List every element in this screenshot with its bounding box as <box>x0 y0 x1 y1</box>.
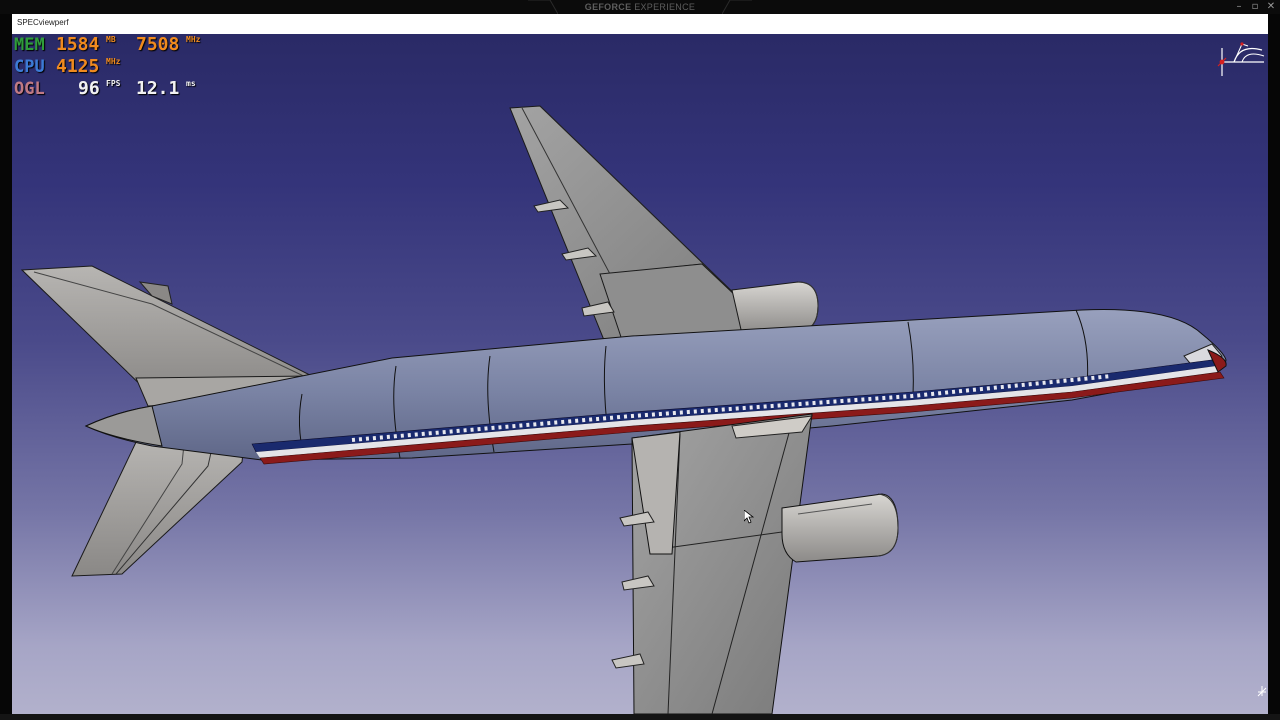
axis-compass-icon[interactable] <box>1212 40 1268 84</box>
lower-wing <box>611 413 899 714</box>
hud-ogl-label: OGL <box>14 79 45 99</box>
hud-fps-unit: FPS <box>106 79 121 88</box>
bottom-border <box>0 714 1280 720</box>
left-border <box>0 14 12 720</box>
3d-viewport[interactable]: MEM 1584 MB 7508 MHz CPU 4125 MHz OGL 96… <box>12 34 1268 714</box>
hud-cpu-label: CPU <box>14 57 45 77</box>
aircraft-model[interactable] <box>12 34 1268 714</box>
corner-axis-icon <box>1257 686 1267 697</box>
hud-fps-value: 96 <box>78 78 100 99</box>
geforce-experience-brand: GEFORCE EXPERIENCE <box>550 0 730 14</box>
hud-mem-clock-unit: MHz <box>186 35 201 44</box>
minimize-button[interactable]: – <box>1232 1 1246 13</box>
window-title-bar[interactable]: SPECviewperf <box>12 14 1268 34</box>
window-title: SPECviewperf <box>17 18 69 27</box>
hud-mem-clock: 7508 <box>136 34 180 55</box>
hud-frametime-value: 12.1 <box>136 78 180 99</box>
hud-mem-value: 1584 <box>56 34 100 55</box>
brand-thin: EXPERIENCE <box>634 2 696 12</box>
hud-cpu-value: 4125 <box>56 56 100 77</box>
hud-mem-label: MEM <box>14 35 45 55</box>
maximize-button[interactable]: ▫ <box>1248 1 1262 13</box>
upper-wing <box>509 105 819 351</box>
right-border <box>1268 14 1280 720</box>
hud-frametime-unit: ms <box>186 79 196 88</box>
close-button[interactable]: ✕ <box>1264 1 1278 13</box>
brand-bold: GEFORCE <box>584 2 632 12</box>
brand-divider-right <box>722 0 752 14</box>
hud-cpu-unit: MHz <box>106 57 121 66</box>
overlay-top-bar: GEFORCE EXPERIENCE – ▫ ✕ <box>0 0 1280 14</box>
lower-stabilizer <box>71 437 245 577</box>
mouse-pointer-icon <box>744 510 754 524</box>
hud-mem-unit: MB <box>106 35 116 44</box>
